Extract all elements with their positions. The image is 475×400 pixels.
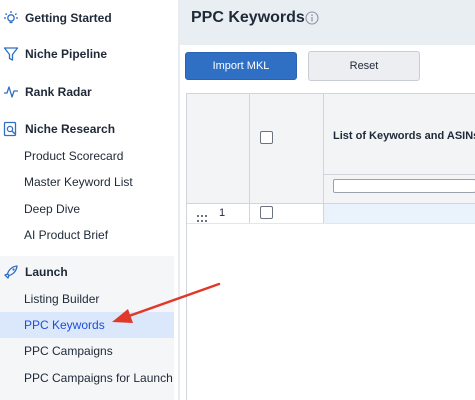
sidebar-section-label: Rank Radar	[25, 85, 92, 99]
sidebar-item-listing-builder[interactable]: Listing Builder	[0, 286, 174, 312]
sidebar-item-ppc-campaigns-for-launch[interactable]: PPC Campaigns for Launch	[0, 365, 174, 391]
filter-row-divider	[324, 174, 475, 175]
keywords-grid: List of Keywords and ASINs 1	[186, 93, 475, 400]
column-filter-input[interactable]	[333, 179, 475, 193]
sidebar: Getting Started Niche Pipeline Rank Rada…	[0, 0, 178, 400]
sidebar-item-master-keyword-list[interactable]: Master Keyword List	[0, 169, 174, 195]
drag-handle-icon[interactable]	[197, 210, 207, 222]
select-all-checkbox[interactable]	[260, 131, 273, 144]
sidebar-item-product-scorecard[interactable]: Product Scorecard	[0, 143, 174, 169]
pulse-icon	[3, 84, 19, 100]
sidebar-item-ppc-campaigns[interactable]: PPC Campaigns	[0, 338, 174, 364]
sidebar-section-getting-started[interactable]: Getting Started	[0, 5, 174, 31]
reset-button[interactable]: Reset	[308, 51, 420, 81]
sidebar-section-label: Launch	[25, 265, 68, 279]
sidebar-section-label: Niche Research	[25, 122, 116, 136]
sidebar-section-launch[interactable]: Launch	[0, 259, 174, 285]
page-title: PPC Keywords	[191, 9, 305, 26]
sidebar-section-niche-research[interactable]: Niche Research	[0, 116, 174, 142]
sidebar-item-ai-product-brief[interactable]: AI Product Brief	[0, 222, 174, 248]
lightbulb-icon	[3, 10, 19, 26]
rocket-icon	[3, 264, 19, 280]
sidebar-section-rank-radar[interactable]: Rank Radar	[0, 79, 174, 105]
row-number: 1	[219, 207, 226, 219]
sidebar-section-label: Niche Pipeline	[25, 47, 108, 61]
column-header-keywords[interactable]: List of Keywords and ASINs	[333, 130, 475, 142]
sidebar-item-deep-dive[interactable]: Deep Dive	[0, 196, 174, 222]
row-checkbox[interactable]	[260, 206, 273, 219]
search-document-icon	[3, 121, 19, 137]
sidebar-section-niche-pipeline[interactable]: Niche Pipeline	[0, 41, 174, 67]
table-row[interactable]: 1	[187, 204, 475, 224]
sidebar-item-ppc-keywords[interactable]: PPC Keywords	[0, 312, 174, 338]
sidebar-section-label: Getting Started	[25, 11, 112, 25]
funnel-icon	[3, 46, 19, 62]
info-icon[interactable]	[305, 11, 319, 25]
keyword-cell[interactable]	[324, 204, 475, 223]
import-mkl-button[interactable]: Import MKL	[185, 52, 297, 80]
